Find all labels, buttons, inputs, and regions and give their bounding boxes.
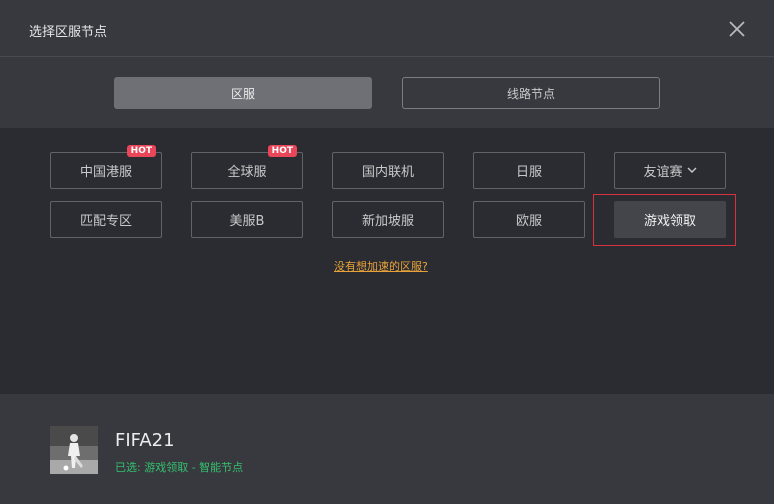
server-label: 国内联机 [361, 165, 414, 180]
close-button[interactable] [726, 18, 748, 40]
chevron-down-icon [687, 163, 697, 178]
server-label: 游戏领取 [643, 214, 696, 229]
game-name: FIFA21 [115, 430, 175, 451]
tab-bar: 区服 线路节点 [0, 57, 774, 128]
server-label: 友谊赛 [643, 165, 683, 180]
server-option-singapore[interactable]: 新加坡服 [332, 201, 444, 238]
server-label: 美服B [229, 214, 265, 229]
dialog-header: 选择区服节点 [0, 0, 774, 57]
server-grid: 中国港服 HOT 全球服 HOT 国内联机 日服 友谊赛 匹配专区 美服B 新加… [0, 128, 774, 394]
hot-badge: HOT [126, 145, 156, 157]
server-label: 日服 [515, 165, 542, 180]
server-option-hk[interactable]: 中国港服 HOT [50, 145, 162, 189]
server-option-game-claim[interactable]: 游戏领取 [614, 201, 726, 238]
server-label: 匹配专区 [79, 214, 132, 229]
server-label: 欧服 [515, 214, 542, 229]
tab-route-node[interactable]: 线路节点 [402, 77, 660, 109]
server-label: 中国港服 [79, 165, 132, 180]
server-option-match-zone[interactable]: 匹配专区 [50, 201, 162, 238]
server-label: 新加坡服 [361, 214, 414, 229]
server-label: 全球服 [227, 165, 267, 180]
selection-footer: FIFA21 已选: 游戏领取 - 智能节点 [0, 394, 774, 504]
server-option-europe[interactable]: 欧服 [473, 201, 585, 238]
missing-region-link[interactable]: 没有想加速的区服? [334, 258, 428, 274]
server-option-us-b[interactable]: 美服B [191, 201, 303, 238]
tab-region[interactable]: 区服 [114, 77, 372, 109]
server-option-domestic[interactable]: 国内联机 [332, 152, 444, 189]
game-thumbnail [50, 426, 98, 474]
close-icon [729, 21, 745, 37]
server-option-friendly-dropdown[interactable]: 友谊赛 [614, 152, 726, 189]
hot-badge: HOT [267, 145, 297, 157]
dialog-title: 选择区服节点 [29, 25, 108, 40]
selected-status: 已选: 游戏领取 - 智能节点 [115, 461, 244, 474]
server-option-global[interactable]: 全球服 HOT [191, 145, 303, 189]
server-option-japan[interactable]: 日服 [473, 152, 585, 189]
